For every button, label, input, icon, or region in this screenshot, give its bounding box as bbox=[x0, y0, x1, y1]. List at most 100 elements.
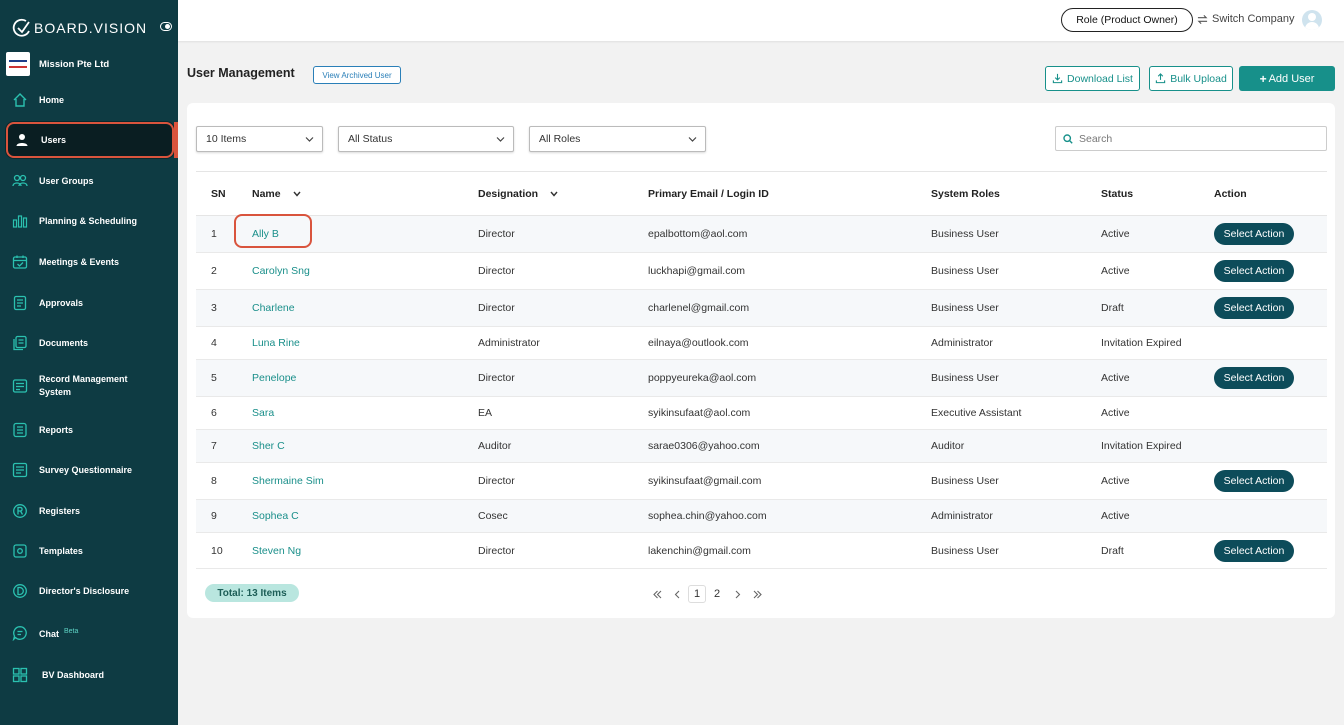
sidebar-item-approvals[interactable]: Approvals bbox=[6, 295, 174, 311]
sidebar-item-survey[interactable]: Survey Questionnaire bbox=[6, 462, 174, 478]
cell-action bbox=[1214, 396, 1327, 430]
cell-designation: Director bbox=[478, 289, 648, 327]
sidebar-item-label: Planning & Scheduling bbox=[39, 215, 138, 226]
column-header-designation[interactable]: Designation bbox=[478, 171, 648, 216]
highlight-annotation bbox=[234, 214, 312, 248]
cell-designation: Director bbox=[478, 462, 648, 500]
sidebar-item-home[interactable]: Home bbox=[6, 92, 174, 108]
users-table-body: 1 Ally B Director epalbottom@aol.com Busines… bbox=[196, 214, 1327, 569]
select-action-button[interactable]: Select Action bbox=[1214, 539, 1294, 562]
bulk-upload-button[interactable]: Bulk Upload bbox=[1149, 66, 1233, 91]
user-name-link[interactable]: Sher C bbox=[252, 440, 285, 452]
add-user-button[interactable]: + Add User bbox=[1239, 66, 1335, 91]
user-name-link[interactable]: Sophea C bbox=[252, 510, 299, 522]
status-filter-value: All Status bbox=[348, 133, 393, 145]
user-name-link[interactable]: Steven Ng bbox=[252, 545, 301, 557]
sidebar-item-registers[interactable]: Registers bbox=[6, 503, 174, 519]
sidebar-item-label: Approvals bbox=[39, 297, 84, 308]
sidebar-item-meetings[interactable]: Meetings & Events bbox=[6, 254, 174, 270]
last-page-button[interactable] bbox=[747, 584, 767, 604]
role-button[interactable]: Role (Product Owner) bbox=[1061, 8, 1193, 32]
reports-icon bbox=[13, 422, 27, 438]
company-switcher[interactable]: Mission Pte Ltd bbox=[6, 52, 174, 76]
select-action-button[interactable]: Select Action bbox=[1214, 470, 1294, 492]
search-input[interactable] bbox=[1079, 132, 1319, 145]
column-header-name[interactable]: Name bbox=[252, 171, 478, 216]
bulk-upload-label: Bulk Upload bbox=[1170, 72, 1227, 85]
view-archived-user-button[interactable]: View Archived User bbox=[313, 66, 401, 84]
cell-action bbox=[1214, 499, 1327, 533]
sidebar-item-directors-disclosure[interactable]: Director's Disclosure bbox=[6, 583, 174, 599]
items-per-page-select[interactable]: 10 Items bbox=[196, 126, 323, 152]
documents-icon bbox=[13, 335, 27, 351]
cell-email: sophea.chin@yahoo.com bbox=[648, 499, 931, 533]
cell-action: Select Action bbox=[1214, 252, 1327, 290]
chart-icon bbox=[12, 215, 28, 228]
user-name-link[interactable]: Charlene bbox=[252, 302, 295, 314]
chevron-down-icon bbox=[496, 137, 505, 142]
next-page-button[interactable] bbox=[727, 584, 747, 604]
sidebar-item-label: Director's Disclosure bbox=[39, 585, 130, 596]
cell-action: Select Action bbox=[1214, 359, 1327, 397]
cell-sn: 4 bbox=[196, 326, 252, 360]
sidebar-item-templates[interactable]: Templates bbox=[6, 543, 174, 559]
sidebar-item-chat[interactable]: Chat Beta bbox=[6, 625, 174, 641]
user-name-link[interactable]: Carolyn Sng bbox=[252, 265, 310, 277]
switch-company-button[interactable]: Switch Company bbox=[1197, 13, 1295, 25]
sidebar-toggle-icon[interactable] bbox=[160, 22, 172, 31]
cell-system-role: Business User bbox=[931, 252, 1101, 290]
cell-system-role: Business User bbox=[931, 289, 1101, 327]
select-action-button[interactable]: Select Action bbox=[1214, 223, 1294, 245]
sidebar-item-users[interactable]: Users bbox=[6, 122, 174, 158]
select-action-button[interactable]: Select Action bbox=[1214, 367, 1294, 389]
sidebar-item-planning[interactable]: Planning & Scheduling bbox=[6, 213, 174, 229]
table-row: 9 Sophea C Cosec sophea.chin@yahoo.com Admin… bbox=[196, 499, 1327, 533]
cell-sn: 7 bbox=[196, 429, 252, 463]
status-filter-select[interactable]: All Status bbox=[338, 126, 514, 152]
cell-sn: 8 bbox=[196, 462, 252, 500]
roles-filter-select[interactable]: All Roles bbox=[529, 126, 706, 152]
user-name-link[interactable]: Penelope bbox=[252, 372, 296, 384]
sidebar-item-record-management[interactable]: Record Management System bbox=[6, 373, 174, 399]
sidebar-item-reports[interactable]: Reports bbox=[6, 422, 174, 438]
sidebar-item-label: Home bbox=[39, 94, 65, 105]
survey-icon bbox=[12, 462, 28, 478]
brand[interactable]: BOARD.VISION bbox=[12, 17, 172, 39]
cell-designation: Director bbox=[478, 215, 648, 253]
cell-name: Charlene bbox=[252, 289, 478, 327]
templates-icon bbox=[13, 544, 27, 558]
user-name-link[interactable]: Luna Rine bbox=[252, 337, 300, 349]
cell-email: luckhapi@gmail.com bbox=[648, 252, 931, 290]
page-2-button[interactable]: 2 bbox=[707, 584, 727, 604]
cell-status: Active bbox=[1101, 252, 1214, 290]
sidebar-item-documents[interactable]: Documents bbox=[6, 335, 174, 351]
double-chevron-right-icon bbox=[753, 590, 762, 598]
page-1-button[interactable]: 1 bbox=[688, 585, 706, 603]
sidebar-item-bv-dashboard[interactable]: BV Dashboard bbox=[6, 667, 174, 683]
pagination: 1 2 bbox=[647, 584, 767, 604]
user-name-link[interactable]: Sara bbox=[252, 407, 274, 419]
select-action-button[interactable]: Select Action bbox=[1214, 260, 1294, 282]
cell-system-role: Administrator bbox=[931, 326, 1101, 360]
add-user-label: Add User bbox=[1268, 72, 1315, 85]
cell-designation: EA bbox=[478, 396, 648, 430]
dashboard-icon bbox=[12, 667, 28, 683]
users-card: 10 Items All Status All Roles SN Name De… bbox=[187, 103, 1335, 618]
first-page-button[interactable] bbox=[647, 584, 667, 604]
top-bar: Role (Product Owner) Switch Company bbox=[178, 0, 1344, 41]
table-row: 8 Shermaine Sim Director syikinsufaat@gmail… bbox=[196, 462, 1327, 500]
avatar[interactable] bbox=[1302, 10, 1322, 30]
sidebar-item-label: Record Management System bbox=[39, 374, 128, 397]
column-header-email: Primary Email / Login ID bbox=[648, 171, 931, 216]
cell-designation: Director bbox=[478, 532, 648, 569]
cell-designation: Director bbox=[478, 252, 648, 290]
cell-sn: 5 bbox=[196, 359, 252, 397]
prev-page-button[interactable] bbox=[667, 584, 687, 604]
active-nav-indicator bbox=[174, 122, 178, 158]
chevron-right-icon bbox=[735, 590, 740, 598]
download-list-button[interactable]: Download List bbox=[1045, 66, 1140, 91]
user-name-link[interactable]: Shermaine Sim bbox=[252, 475, 324, 487]
select-action-button[interactable]: Select Action bbox=[1214, 297, 1294, 319]
sidebar-item-user-groups[interactable]: User Groups bbox=[6, 173, 174, 189]
company-logo bbox=[6, 52, 30, 76]
